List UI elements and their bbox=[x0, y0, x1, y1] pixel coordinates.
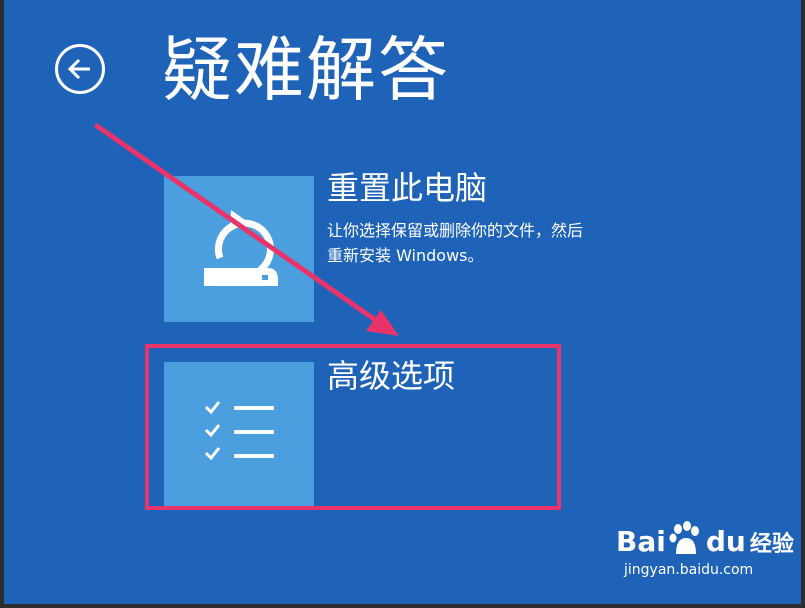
watermark-url: jingyan.baidu.com bbox=[624, 562, 754, 578]
paw-icon bbox=[668, 520, 704, 563]
watermark-brand-du: du bbox=[705, 525, 746, 558]
troubleshoot-screen: 疑难解答 重置此电脑 让你选择保留或删除你的文件，然后 重新安装 Windows… bbox=[4, 0, 801, 604]
watermark-brand: Bai du 经验 bbox=[616, 520, 794, 563]
watermark-brand-jingyan: 经验 bbox=[749, 531, 794, 557]
baidu-watermark: Bai du 经验 jingyan.baidu.com bbox=[616, 520, 801, 590]
watermark-brand-bai: Bai bbox=[616, 525, 666, 558]
annotation-arrow bbox=[94, 123, 399, 336]
